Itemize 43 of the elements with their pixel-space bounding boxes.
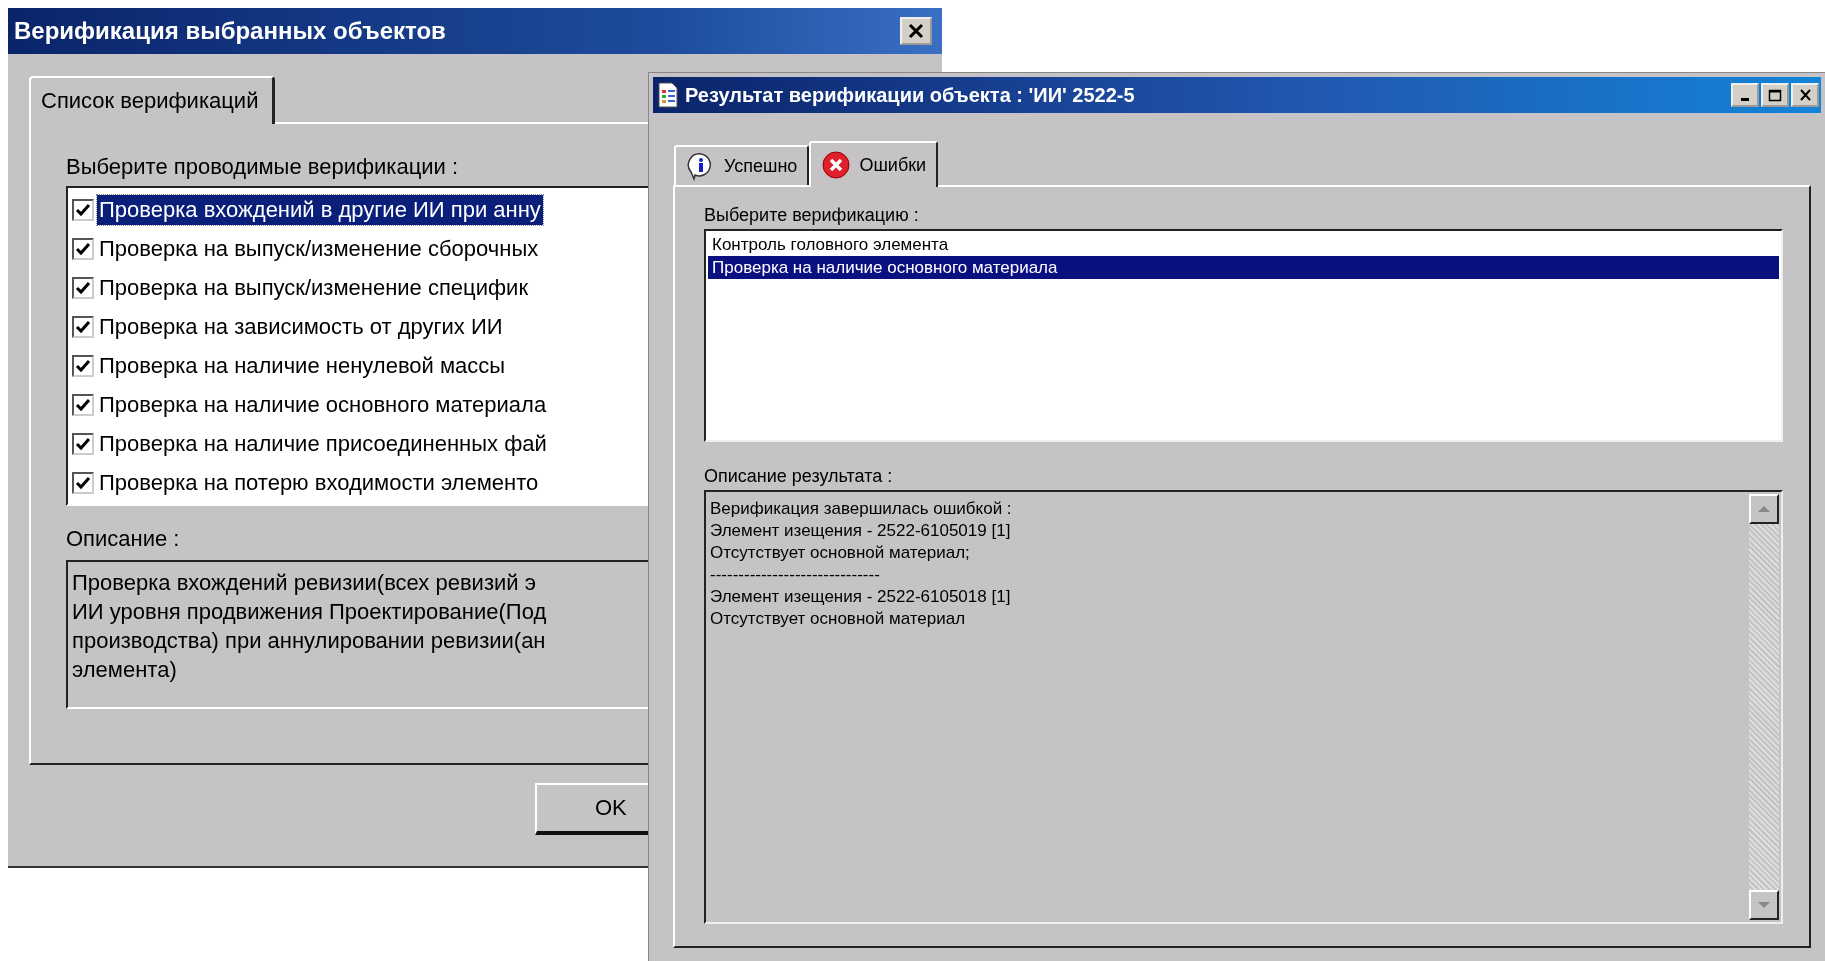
close-button[interactable] [1791,83,1819,107]
list-label: Выберите проводимые верификации : [66,154,459,181]
document-icon [657,82,679,108]
list-label: Выберите верификацию : [704,205,919,227]
list-item[interactable]: Проверка на выпуск/изменение специфик [97,272,530,303]
checkbox[interactable] [72,198,94,221]
result-label: Описание результата : [704,466,893,488]
scrollbar[interactable] [1747,492,1781,922]
list-item[interactable]: Проверка на наличие основного материала [708,256,1779,279]
checkbox[interactable] [72,432,94,455]
checkbox[interactable] [72,315,94,338]
close-button[interactable] [900,17,932,45]
checkbox[interactable] [72,276,94,299]
down-arrow-icon [1757,901,1771,909]
list-item[interactable]: Проверка на наличие ненулевой массы [97,350,508,381]
list-item[interactable]: Проверка вхождений в другие ИИ при анну [97,194,543,225]
tab[interactable]: Ошибки [809,141,939,187]
list-item[interactable]: Контроль головного элемента [708,233,1779,256]
close-icon [1798,89,1812,101]
description-label: Описание : [66,526,180,553]
list-item[interactable]: Проверка на выпуск/изменение сборочных [97,233,541,264]
window-title: Верификация выбранных объектов [14,17,447,45]
minimize-button[interactable] [1731,83,1759,107]
maximize-icon [1768,88,1782,102]
list-item[interactable]: Проверка на зависимость от других ИИ [97,311,505,342]
window-title: Результат верификации объекта : 'ИИ' 2522-5 [685,83,1136,107]
scroll-up-button[interactable] [1749,494,1779,524]
ok-button[interactable]: OK [535,783,648,835]
tab[interactable]: Успешно [674,145,810,185]
maximize-button[interactable] [1761,83,1789,107]
minimize-icon [1741,98,1749,101]
list-item[interactable]: Проверка на наличие основного материала [97,389,549,420]
close-icon [907,23,925,39]
checkbox[interactable] [72,354,94,377]
tab[interactable]: Список верификаций [29,76,276,124]
checkbox[interactable] [72,393,94,416]
checkbox[interactable] [72,237,94,260]
checkbox[interactable] [72,471,94,494]
scroll-down-button[interactable] [1749,890,1779,920]
up-arrow-icon [1757,505,1771,513]
error-icon [821,150,852,180]
list-item[interactable]: Проверка на наличие присоединенных фай [97,428,549,459]
list-item[interactable]: Проверка на потерю входимости элементо [97,467,541,498]
